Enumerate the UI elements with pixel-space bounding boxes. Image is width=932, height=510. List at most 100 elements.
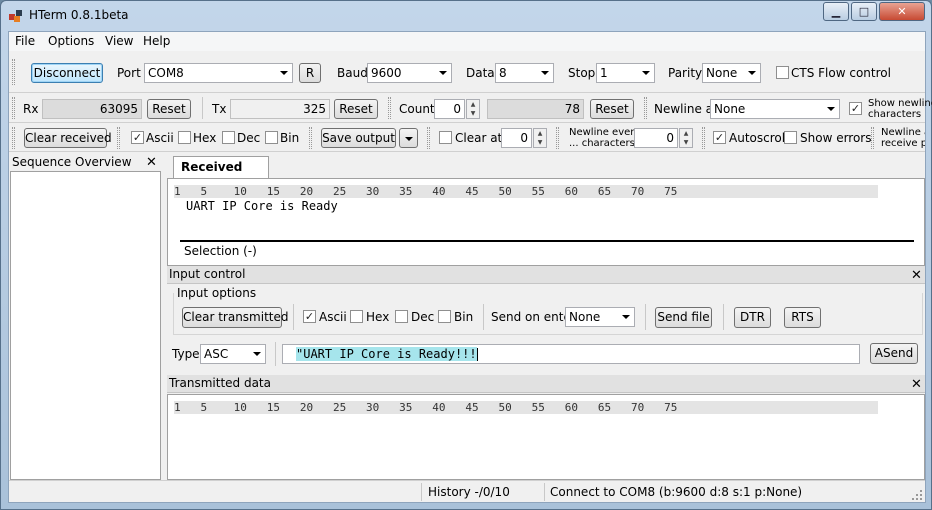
- autoscroll-checkbox[interactable]: ✓: [713, 131, 726, 144]
- toolbar-grip[interactable]: [12, 59, 15, 85]
- save-output-menu-button[interactable]: [399, 128, 418, 148]
- show-errors-checkbox[interactable]: [784, 131, 797, 144]
- separator: [421, 483, 422, 501]
- hex-checkbox[interactable]: [178, 131, 191, 144]
- toolbar-grip[interactable]: [644, 97, 647, 119]
- send-input[interactable]: "UART IP Core is Ready!!!: [282, 344, 860, 364]
- clear-at-label: Clear at: [455, 131, 503, 145]
- menu-help[interactable]: Help: [143, 34, 170, 48]
- input-control-title: Input control: [167, 266, 925, 284]
- newline-at-value: None: [714, 102, 746, 116]
- count-reset-button[interactable]: Reset: [590, 99, 634, 119]
- input-bin-label: Bin: [454, 310, 474, 324]
- received-pane: Received Data 1 5 10 15 20 25 30 35 40 4…: [167, 153, 925, 266]
- maximize-button[interactable]: □: [851, 2, 877, 21]
- close-icon[interactable]: ✕: [146, 156, 157, 169]
- parity-select[interactable]: None: [702, 63, 761, 83]
- received-text-area[interactable]: 1 5 10 15 20 25 30 35 40 45 50 55 60 65 …: [167, 178, 925, 266]
- newline-every-input[interactable]: 0: [634, 128, 678, 148]
- toolbar-grip[interactable]: [427, 127, 430, 149]
- count-input[interactable]: 0: [434, 99, 465, 119]
- port-select[interactable]: COM8: [144, 63, 293, 83]
- clear-transmitted-button[interactable]: Clear transmitted: [182, 307, 288, 328]
- clear-received-button[interactable]: Clear received: [24, 128, 112, 148]
- show-newline-checkbox[interactable]: ✓: [849, 102, 862, 115]
- input-hex-checkbox[interactable]: [350, 310, 363, 323]
- rx-label: Rx: [23, 102, 39, 116]
- asend-button[interactable]: ASend: [870, 343, 918, 364]
- up-icon[interactable]: ▲: [467, 100, 479, 109]
- menu-options[interactable]: Options: [48, 34, 94, 48]
- cts-checkbox[interactable]: [776, 66, 789, 79]
- input-dec-checkbox[interactable]: [395, 310, 408, 323]
- send-input-text: "UART IP Core is Ready!!!: [296, 347, 477, 361]
- text-cursor: [476, 348, 478, 361]
- chevron-down-icon: [748, 71, 756, 75]
- transmitted-title: Transmitted data: [167, 375, 925, 393]
- close-icon[interactable]: ✕: [911, 378, 922, 391]
- chevron-down-icon: [622, 315, 630, 319]
- tab-received-data[interactable]: Received Data: [173, 156, 269, 194]
- newline-at-select[interactable]: None: [710, 99, 840, 119]
- input-ascii-checkbox[interactable]: ✓: [303, 310, 316, 323]
- rx-reset-button[interactable]: Reset: [147, 99, 191, 119]
- toolbar-grip[interactable]: [309, 127, 312, 149]
- send-on-enter-select[interactable]: None: [565, 307, 635, 327]
- data-bits-select[interactable]: 8: [495, 63, 554, 83]
- clear-at-input[interactable]: 0: [501, 128, 532, 148]
- toolbar-grip[interactable]: [556, 127, 559, 149]
- received-text: UART IP Core is Ready: [186, 199, 338, 213]
- bin-checkbox[interactable]: [265, 131, 278, 144]
- input-bin-checkbox[interactable]: [438, 310, 451, 323]
- sequence-overview-pane: Sequence Overview ✕: [10, 153, 161, 480]
- tx-counter: 325: [230, 99, 330, 119]
- menu-file[interactable]: File: [15, 34, 35, 48]
- separator: [293, 304, 294, 330]
- title-bar[interactable]: HTerm 0.8.1beta ▁ □ ✕: [1, 1, 931, 29]
- sequence-list[interactable]: [10, 171, 161, 480]
- dec-checkbox[interactable]: [222, 131, 235, 144]
- clear-at-checkbox[interactable]: [439, 131, 452, 144]
- disconnect-button[interactable]: Disconnect: [31, 63, 103, 83]
- toolbar-grip[interactable]: [12, 127, 15, 149]
- up-icon[interactable]: ▲: [534, 129, 546, 138]
- refresh-ports-button[interactable]: R: [299, 63, 321, 83]
- up-icon[interactable]: ▲: [680, 129, 692, 138]
- newline-every-spinner[interactable]: ▲ ▼: [679, 128, 693, 148]
- close-icon[interactable]: ✕: [911, 269, 922, 282]
- baud-select[interactable]: 9600: [367, 63, 452, 83]
- stop-bits-select[interactable]: 1: [596, 63, 655, 83]
- dtr-button[interactable]: DTR: [734, 307, 771, 328]
- separator: [723, 304, 724, 330]
- window-title: HTerm 0.8.1beta: [29, 8, 129, 22]
- tx-reset-button[interactable]: Reset: [334, 99, 378, 119]
- toolbar-grip[interactable]: [12, 97, 15, 119]
- send-file-button[interactable]: Send file: [655, 307, 712, 328]
- clear-at-spinner[interactable]: ▲ ▼: [533, 128, 547, 148]
- hex-label: Hex: [193, 131, 217, 145]
- transmitted-pane: Transmitted data ✕ 1 5 10 15 20 25 30 35…: [167, 375, 925, 480]
- baud-value: 9600: [371, 66, 402, 80]
- type-select[interactable]: ASC: [200, 344, 266, 364]
- counters-toolbar: Rx 63095 Reset Tx 325 Reset Count 0 ▲ ▼ 7…: [9, 94, 932, 123]
- save-output-button[interactable]: Save output: [321, 128, 396, 148]
- toolbar-grip[interactable]: [388, 97, 391, 119]
- transmitted-text-area[interactable]: 1 5 10 15 20 25 30 35 40 45 50 55 60 65 …: [167, 394, 925, 480]
- menu-view[interactable]: View: [105, 34, 133, 48]
- count-spinner[interactable]: ▲ ▼: [466, 99, 480, 119]
- down-icon[interactable]: ▼: [467, 109, 479, 118]
- app-window: HTerm 0.8.1beta ▁ □ ✕ File Options View …: [0, 0, 932, 510]
- received-ruler: 1 5 10 15 20 25 30 35 40 45 50 55 60 65 …: [174, 185, 878, 198]
- ascii-checkbox[interactable]: ✓: [131, 131, 144, 144]
- close-button[interactable]: ✕: [879, 2, 925, 21]
- resize-grip-icon[interactable]: [911, 489, 923, 501]
- toolbar-grip[interactable]: [702, 127, 705, 149]
- rts-button[interactable]: RTS: [784, 307, 821, 328]
- down-icon[interactable]: ▼: [534, 138, 546, 147]
- toolbar-grip[interactable]: [117, 127, 120, 149]
- minimize-button[interactable]: ▁: [823, 2, 849, 21]
- toolbar-grip[interactable]: [871, 127, 874, 149]
- down-icon[interactable]: ▼: [680, 138, 692, 147]
- separator: [275, 342, 276, 366]
- separator: [645, 304, 646, 330]
